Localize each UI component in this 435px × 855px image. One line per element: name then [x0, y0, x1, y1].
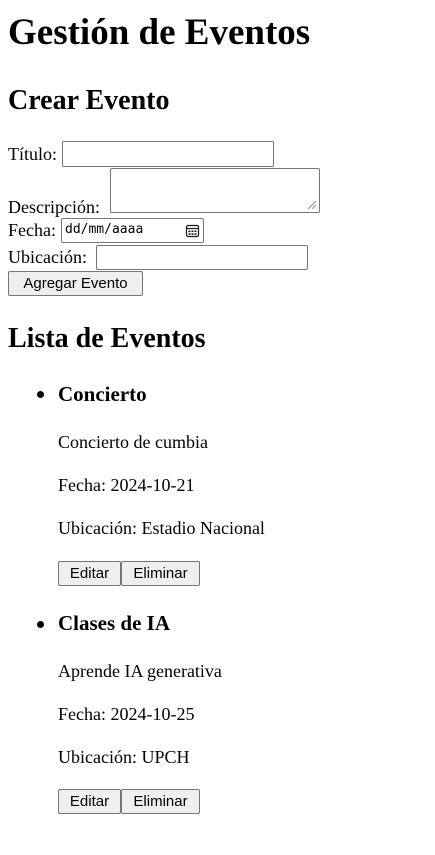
edit-button[interactable]: Editar: [58, 789, 121, 814]
delete-button[interactable]: Eliminar: [121, 561, 200, 586]
event-date: Fecha: 2024-10-21: [58, 475, 195, 495]
titulo-input[interactable]: [62, 141, 274, 167]
descripcion-textarea[interactable]: [110, 168, 320, 213]
fecha-label: Fecha:: [8, 220, 56, 240]
event-list-heading: Lista de Eventos: [8, 323, 206, 354]
page-title: Gestión de Eventos: [8, 12, 311, 53]
event-title: Clases de IA: [58, 611, 171, 635]
agregar-evento-button[interactable]: Agregar Evento: [8, 271, 143, 296]
descripcion-label: Descripción:: [8, 197, 100, 217]
bullet-icon: [37, 621, 44, 628]
calendar-icon[interactable]: [185, 223, 200, 238]
edit-button[interactable]: Editar: [58, 561, 121, 586]
event-date: Fecha: 2024-10-25: [58, 704, 195, 724]
event-location: Ubicación: Estadio Nacional: [58, 518, 265, 538]
page: Gestión de Eventos Crear Evento Título: …: [0, 0, 435, 855]
create-event-heading: Crear Evento: [8, 85, 170, 116]
fecha-placeholder: dd/mm/aaaa: [65, 222, 144, 237]
delete-button[interactable]: Eliminar: [121, 789, 200, 814]
resize-grip-icon[interactable]: [306, 199, 317, 210]
event-location: Ubicación: UPCH: [58, 747, 190, 767]
event-description: Aprende IA generativa: [58, 661, 222, 681]
event-description: Concierto de cumbia: [58, 432, 208, 452]
titulo-label: Título:: [8, 144, 57, 164]
event-title: Concierto: [58, 382, 147, 406]
bullet-icon: [37, 391, 44, 398]
ubicacion-label: Ubicación:: [8, 247, 87, 267]
fecha-date-input[interactable]: dd/mm/aaaa: [61, 218, 204, 243]
ubicacion-input[interactable]: [96, 245, 308, 270]
